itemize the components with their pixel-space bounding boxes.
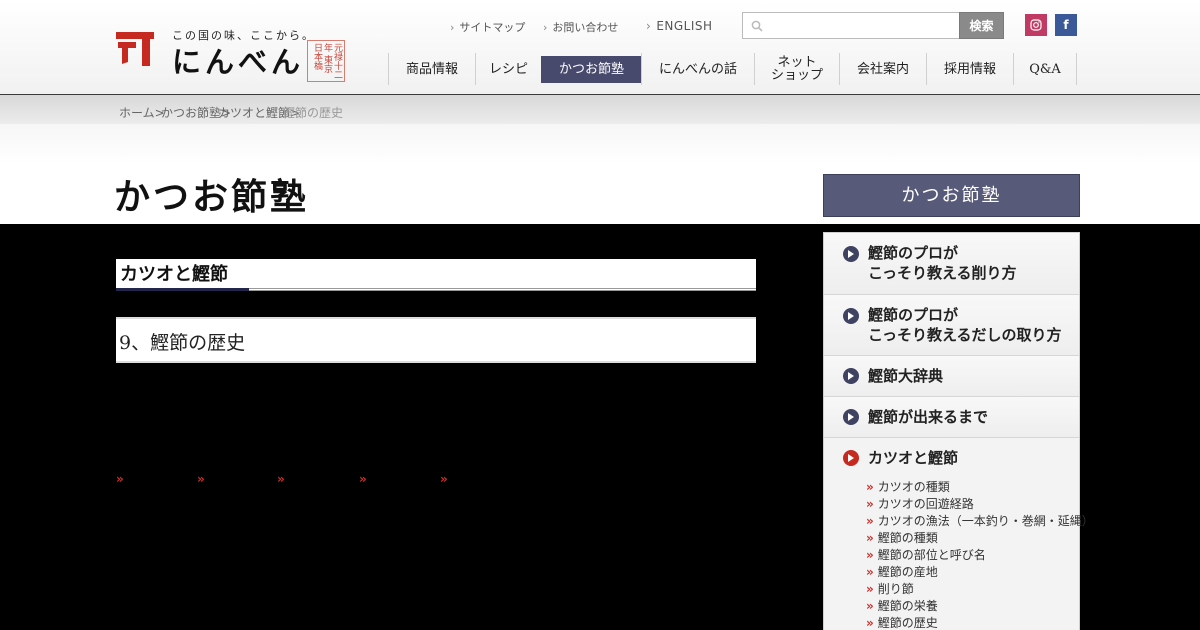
sub-item[interactable]: カツオの回遊経路 xyxy=(866,496,1094,513)
sidebar-sub-list: カツオの種類 カツオの回遊経路 カツオの漁法（一本釣り・巻網・延縄） 鰹節の種類… xyxy=(866,479,1094,630)
sub-item[interactable]: 鰹節の栄養 xyxy=(866,598,1094,615)
sidebar-item-process[interactable]: 鰹節が出来るまで xyxy=(824,397,1079,438)
facebook-icon[interactable]: f xyxy=(1055,14,1077,36)
nav-label: Q&A xyxy=(1029,61,1061,77)
search-button[interactable]: 検索 xyxy=(959,12,1004,39)
nav-company[interactable]: 会社案内 xyxy=(839,53,926,85)
sub-item[interactable]: カツオの種類 xyxy=(866,479,1094,496)
nav-qa[interactable]: Q&A xyxy=(1013,53,1077,85)
sub-item[interactable]: 鰹節の種類 xyxy=(866,530,1094,547)
chevron-right-icon xyxy=(843,368,859,384)
nav-label: かつお節塾 xyxy=(558,61,624,77)
pager-link[interactable]: » xyxy=(359,472,367,486)
sidebar-item-label: 鰹節が出来るまで xyxy=(868,408,989,426)
sub-item[interactable]: 削り節 xyxy=(866,581,1094,598)
nav-label: 商品情報 xyxy=(405,61,458,77)
sidebar-item-dictionary[interactable]: 鰹節大辞典 xyxy=(824,356,1079,397)
search-input[interactable] xyxy=(742,12,960,39)
ninben-logo-icon xyxy=(116,32,154,66)
sub-item[interactable]: 鰹節の歴史 xyxy=(866,615,1094,630)
global-nav: 商品情報 レシピ かつお節塾 にんべんの話 ネット ショップ 会社案内 採用情報… xyxy=(388,53,1077,85)
nav-label: 採用情報 xyxy=(943,61,996,77)
search-icon xyxy=(751,20,763,32)
nav-label: ネット ショップ xyxy=(770,55,823,83)
nav-label: にんべんの話 xyxy=(658,61,737,77)
nav-label: 会社案内 xyxy=(856,61,909,77)
breadcrumb-current: 鰹節の歴史 xyxy=(283,106,344,120)
sidebar-item-dashi[interactable]: 鰹節のプロが こっそり教えるだしの取り方 xyxy=(824,295,1079,356)
logo-seal: 元禄十二年 東京 日本橋 xyxy=(307,40,345,82)
chevron-right-icon xyxy=(843,308,859,324)
sidebar-item-label: 鰹節のプロが こっそり教えるだしの取り方 xyxy=(868,306,1062,344)
section-heading-text: カツオと鰹節 xyxy=(120,264,228,285)
sidebar-item-kezuri[interactable]: 鰹節のプロが こっそり教える削り方 xyxy=(824,233,1079,295)
chevron-right-icon xyxy=(843,409,859,425)
chevron-right-icon xyxy=(843,246,859,262)
sidebar-item-label: カツオと鰹節 xyxy=(868,449,959,467)
pager-link[interactable]: » xyxy=(440,472,448,486)
nav-label: レシピ xyxy=(488,61,528,77)
pager-link[interactable]: » xyxy=(116,472,124,486)
nav-products[interactable]: 商品情報 xyxy=(388,53,475,85)
sitemap-link[interactable]: サイトマップ xyxy=(450,19,525,35)
logo-name: にんべん xyxy=(172,45,305,79)
site-logo[interactable]: この国の味、ここから。 にんべん 元禄十二年 東京 日本橋 xyxy=(114,26,349,84)
chevron-right-icon xyxy=(843,450,859,466)
sidebar-title[interactable]: かつお節塾 xyxy=(823,174,1080,217)
sidebar-item-label: 鰹節大辞典 xyxy=(868,367,944,385)
instagram-icon[interactable] xyxy=(1025,14,1047,36)
nav-recipes[interactable]: レシピ xyxy=(475,53,541,85)
sub-item[interactable]: カツオの漁法（一本釣り・巻網・延縄） xyxy=(866,513,1094,530)
nav-recruit[interactable]: 採用情報 xyxy=(926,53,1013,85)
pager-link[interactable]: » xyxy=(197,472,205,486)
nav-net-shop[interactable]: ネット ショップ xyxy=(754,53,839,85)
page-title: かつお節塾 xyxy=(114,176,310,218)
article-heading-text: 9、鰹節の歴史 xyxy=(119,332,246,354)
breadcrumb-home[interactable]: ホーム> xyxy=(119,104,165,121)
sub-item[interactable]: 鰹節の産地 xyxy=(866,564,1094,581)
sub-item[interactable]: 鰹節の部位と呼び名 xyxy=(866,547,1094,564)
section-heading: カツオと鰹節 xyxy=(116,259,756,291)
contact-link[interactable]: お問い合わせ xyxy=(543,19,618,35)
nav-katsuobushi-juku[interactable]: かつお節塾 xyxy=(541,53,641,85)
english-link[interactable]: ENGLISH xyxy=(646,19,713,33)
article-heading: 9、鰹節の歴史 xyxy=(116,317,756,363)
sidebar-item-label: 鰹節のプロが こっそり教える削り方 xyxy=(868,244,1017,282)
nav-story[interactable]: にんべんの話 xyxy=(641,53,754,85)
pager-link[interactable]: » xyxy=(277,472,285,486)
